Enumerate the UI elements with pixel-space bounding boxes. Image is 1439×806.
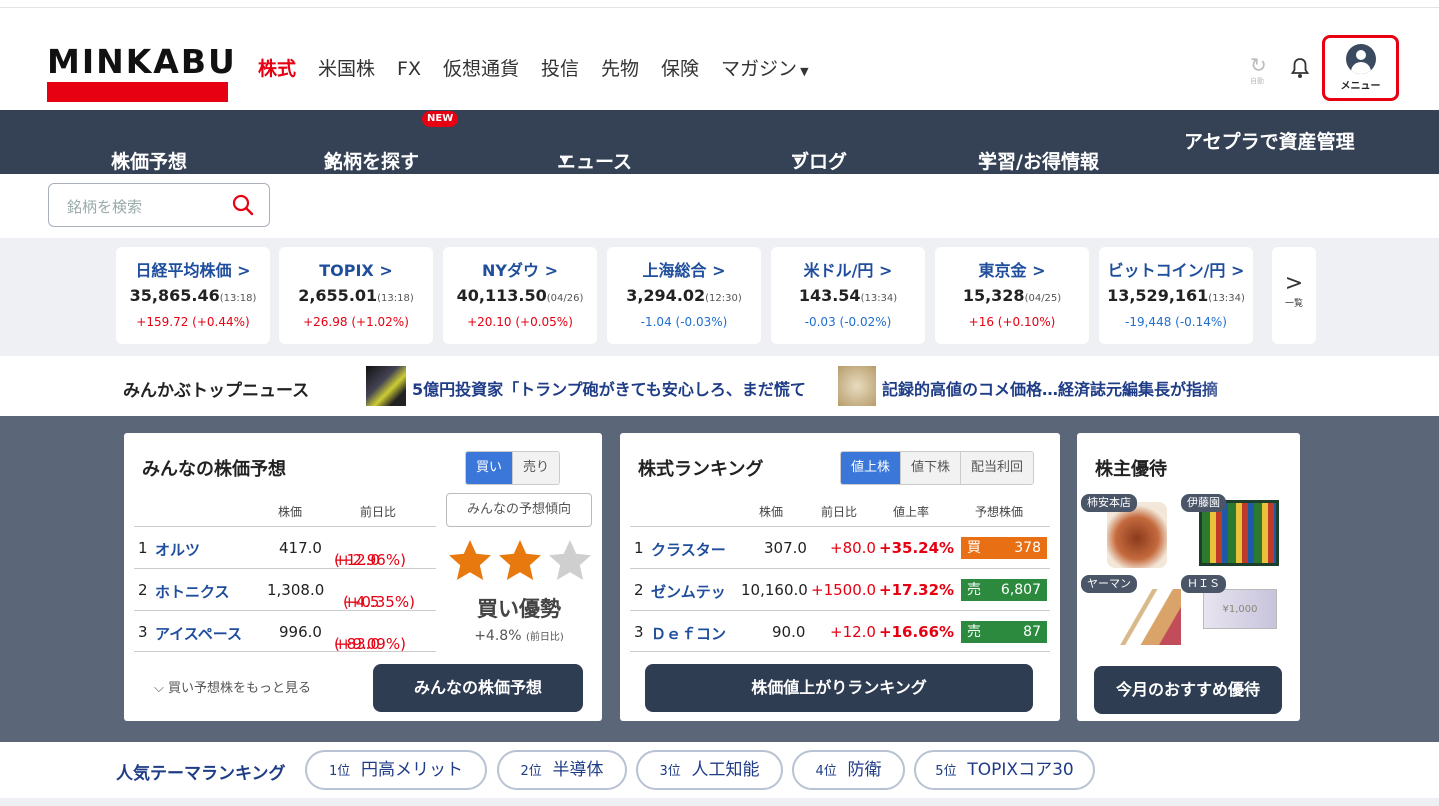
caret-down-icon: ▼ [794, 156, 802, 167]
sub-nav: 株価予想 ▼ 銘柄を探す ▼ ニュース ▼ ブログ ▼ 学習/お得情報 ▼ アセプラで資産… [0, 110, 1439, 174]
column-header: 株価 [759, 505, 784, 519]
tab-buy[interactable]: 買い [466, 452, 513, 484]
table-row[interactable]: 3 アイスペース 996.0 +83.0 (+9.09%) [134, 610, 436, 653]
prediction-box: みんなの株価予想 買い 売り 株価 前日比 1 オルツ 417.0 +12.0(… [124, 433, 602, 721]
top-news-title: みんかぶトップニュース [123, 381, 310, 401]
yutai-item[interactable]: ヤーマン [1081, 575, 1181, 653]
ticker-card-shanghai[interactable]: 上海総合 > 3,294.02(12:30) -1.04 (-0.03%) [607, 247, 761, 344]
table-row[interactable]: 1 オルツ 417.0 +12.0 (+2.96%) [134, 526, 436, 569]
tab-losers[interactable]: 値下株 [900, 452, 961, 484]
yutai-item[interactable]: 柿安本店 [1081, 494, 1167, 572]
gnav-insurance[interactable]: 保険 [661, 56, 699, 85]
prediction-trend-button[interactable]: みんなの予想傾向 [446, 493, 592, 527]
prediction-cta-button[interactable]: みんなの株価予想 [373, 664, 583, 712]
auto-refresh-icon[interactable]: ↻ 自動 [1250, 55, 1267, 91]
caret-down-icon: ▼ [561, 156, 569, 167]
caret-down-icon: ▼ [982, 156, 990, 167]
stock-search-input[interactable]: 銘柄を検索 [48, 183, 270, 227]
ranking-tabs: 値上株 値下株 配当利回 [840, 451, 1035, 485]
top-news-row: みんかぶトップニュース 5億円投資家「トランプ砲がきても安心しろ、まだ慌て 記録… [0, 356, 1439, 416]
table-row[interactable]: 2 ホトニクス 1,308.0 +4.5 (+0.35%) [134, 568, 436, 611]
tab-dividend[interactable]: 配当利回 [960, 452, 1034, 484]
gnav-crypto[interactable]: 仮想通貨 [443, 56, 519, 85]
top-border [0, 0, 1439, 8]
yutai-cta-button[interactable]: 今月のおすすめ優待 [1094, 666, 1282, 714]
yutai-title: 株主優待 [1095, 459, 1167, 480]
caret-down-icon: ▼ [328, 156, 336, 167]
ticker-card-bitcoin[interactable]: ビットコイン/円 > 13,529,161(13:34) -19,448 (-0… [1099, 247, 1253, 344]
column-header: 値上率 [893, 505, 930, 519]
ranking-box: 株式ランキング 値上株 値下株 配当利回 株価 前日比 値上率 予想株価 1 ク… [620, 433, 1060, 721]
news-thumbnail[interactable] [838, 366, 876, 406]
gnav-futures[interactable]: 先物 [601, 56, 639, 85]
predicted-price-tag: 売 87 [961, 621, 1047, 643]
main-panels: みんなの株価予想 買い 売り 株価 前日比 1 オルツ 417.0 +12.0(… [0, 416, 1439, 742]
theme-ranking-row: 人気テーマランキング 1位 円高メリット 2位 半導体 3位 人工知能 4位 防… [0, 742, 1439, 798]
theme-pill[interactable]: 3位 人工知能 [636, 750, 783, 790]
menu-button[interactable]: メニュー [1322, 35, 1399, 101]
more-buy-predictions-link[interactable]: ⌵ 買い予想株をもっと見る [154, 677, 311, 696]
ranking-title: 株式ランキング [638, 459, 764, 480]
gnav-us-stocks[interactable]: 米国株 [318, 56, 375, 85]
news-headline[interactable]: 記録的高値のコメ価格…経済誌元編集長が指摘 [882, 376, 1218, 400]
star-icon [449, 540, 491, 580]
trend-label: 買い優勢 [477, 597, 561, 621]
chevron-down-icon: ⌵ [154, 681, 168, 696]
ticker-card-usdjpy[interactable]: 米ドル/円 > 143.54(13:34) -0.03 (-0.02%) [771, 247, 925, 344]
ticker-card-topix[interactable]: TOPIX > 2,655.01(13:18) +26.98 (+1.02%) [279, 247, 433, 344]
star-icon [549, 540, 591, 580]
tab-gainers[interactable]: 値上株 [841, 452, 901, 484]
predicted-price-tag: 買 378 [961, 537, 1047, 559]
gnav-fx[interactable]: FX [397, 56, 421, 85]
theme-pill[interactable]: 4位 防衛 [792, 750, 905, 790]
gnav-stocks[interactable]: 株式 [258, 56, 296, 85]
star-icon [499, 540, 541, 580]
caret-down-icon: ▼ [800, 65, 809, 78]
yutai-image [1111, 589, 1181, 645]
yutai-item[interactable]: ¥1,000 ＨＩＳ [1181, 575, 1277, 653]
theme-ranking-title: 人気テーマランキング [116, 764, 286, 784]
news-headline[interactable]: 5億円投資家「トランプ砲がきても安心しろ、まだ慌て [412, 376, 806, 400]
ticker-card-nydow[interactable]: NYダウ > 40,113.50(04/26) +20.10 (+0.05%) [443, 247, 597, 344]
column-header: 前日比 [360, 505, 397, 519]
trend-stars [446, 537, 594, 585]
prediction-title: みんなの株価予想 [142, 459, 286, 480]
theme-pill[interactable]: 2位 半導体 [497, 750, 627, 790]
column-header: 前日比 [821, 505, 858, 519]
search-icon[interactable] [231, 193, 255, 217]
gnav-funds[interactable]: 投信 [541, 56, 579, 85]
ticker-card-tokyo-gold[interactable]: 東京金 > 15,328(04/25) +16 (+0.10%) [935, 247, 1089, 344]
yutai-box: 株主優待 柿安本店 伊藤園 ヤーマン ¥1,000 ＨＩＳ 今月のおすすめ優待 [1077, 433, 1300, 721]
table-row[interactable]: 1 クラスター 307.0 +80.0 +35.24% 買 378 [630, 526, 1050, 568]
new-badge: NEW [422, 111, 459, 127]
caret-down-icon: ▼ [115, 156, 123, 167]
yutai-item[interactable]: 伊藤園 [1181, 494, 1279, 572]
ticker-card-nikkei[interactable]: 日経平均株価 > 35,865.46(13:18) +159.72 (+0.44… [116, 247, 270, 344]
yutai-image: ¥1,000 [1203, 589, 1277, 629]
market-tickers: 日経平均株価 > 35,865.46(13:18) +159.72 (+0.44… [0, 238, 1439, 356]
table-row[interactable]: 2 ゼンムテッ 10,160.0 +1500.0 +17.32% 売 6,807 [630, 568, 1050, 610]
global-nav: 株式 米国株 FX 仮想通貨 投信 先物 保険 マガジン ▼ [258, 56, 831, 85]
news-thumbnail[interactable] [366, 366, 406, 406]
subnav-asset-management[interactable]: アセプラで資産管理 [1184, 130, 1355, 154]
gnav-magazine[interactable]: マガジン ▼ [721, 56, 808, 85]
minkabu-logo[interactable]: MINKABU [47, 44, 235, 102]
theme-pill[interactable]: 5位 TOPIXコア30 [914, 750, 1095, 790]
tab-sell[interactable]: 売り [512, 452, 560, 484]
search-row: 銘柄を検索 [0, 174, 1439, 238]
chevron-right-icon: > [1284, 271, 1304, 296]
prediction-tabs: 買い 売り [465, 451, 561, 485]
ranking-cta-button[interactable]: 株価値上がりランキング [645, 664, 1033, 712]
theme-pill[interactable]: 1位 円高メリット [305, 750, 487, 790]
predicted-price-tag: 売 6,807 [961, 579, 1047, 601]
table-row[interactable]: 3 Ｄｅｆコン 90.0 +12.0 +16.66% 売 87 [630, 610, 1050, 652]
column-header: 予想株価 [975, 505, 1024, 519]
trend-change: +4.8% (前日比) [474, 628, 564, 644]
bell-icon[interactable] [1290, 56, 1310, 80]
column-header: 株価 [278, 505, 303, 519]
site-header: MINKABU 株式 米国株 FX 仮想通貨 投信 先物 保険 マガジン ▼ [0, 8, 1439, 110]
tickers-more-button[interactable]: > 一覧 [1272, 247, 1316, 344]
user-avatar-icon [1345, 44, 1376, 74]
